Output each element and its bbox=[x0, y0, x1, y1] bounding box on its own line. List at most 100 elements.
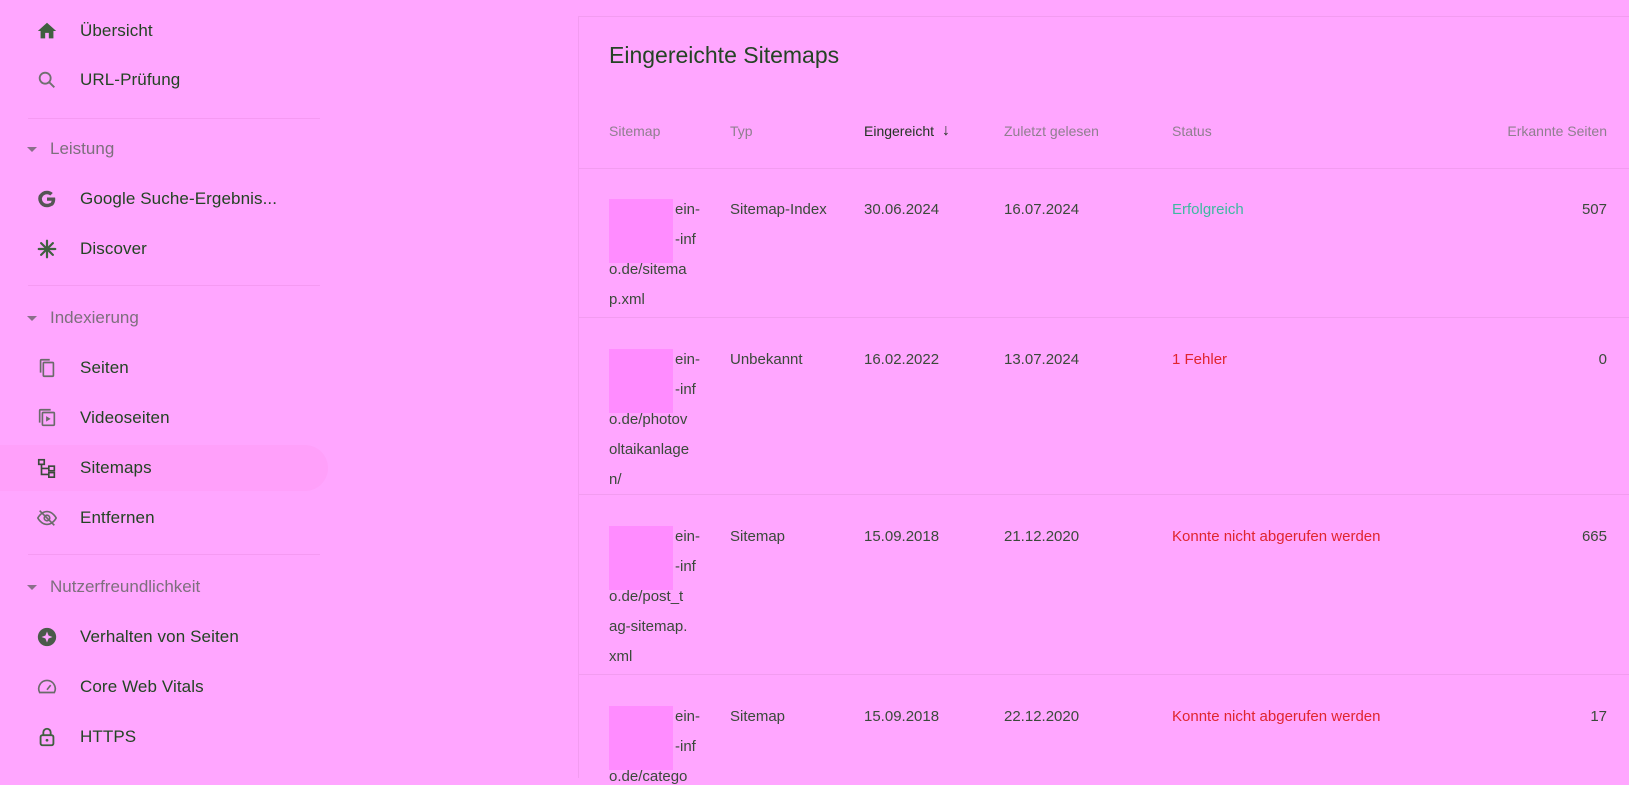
column-header-submitted[interactable]: Eingereicht ↓ bbox=[864, 122, 951, 140]
caret-down-icon bbox=[27, 146, 37, 152]
google-g-icon bbox=[35, 187, 59, 211]
last-read-cell: 22.12.2020 bbox=[1004, 708, 1080, 725]
sidebar-item-label: Videoseiten bbox=[80, 408, 170, 427]
sitemap-icon bbox=[35, 456, 59, 480]
divider bbox=[579, 674, 1629, 675]
sidebar-item-label: Sitemaps bbox=[80, 458, 152, 477]
video-pages-icon bbox=[35, 406, 59, 430]
sitemap-url-line[interactable]: n/ bbox=[609, 471, 622, 488]
sitemaps-panel: Eingereichte Sitemaps Sitemap Typ Einger… bbox=[578, 16, 1629, 785]
discovered-pages-cell: 665 bbox=[1581, 528, 1607, 545]
pages-icon bbox=[35, 356, 59, 380]
section-toggle-leistung[interactable]: Leistung bbox=[0, 134, 328, 164]
column-header-discovered-pages[interactable]: Erkannte Seiten bbox=[1462, 123, 1607, 139]
sitemap-url-line[interactable]: oltaikanlage bbox=[609, 441, 689, 458]
sidebar-item-sitemaps[interactable]: Sitemaps bbox=[0, 445, 328, 491]
status-cell: Konnte nicht abgerufen werden bbox=[1172, 528, 1381, 545]
sitemap-url-line[interactable]: ag-sitemap. bbox=[609, 618, 687, 635]
status-cell: 1 Fehler bbox=[1172, 351, 1228, 368]
sidebar: Übersicht URL-Prüfung Leistung Google Su… bbox=[0, 0, 340, 777]
lock-icon bbox=[35, 725, 59, 749]
sitemap-url-line: -inf bbox=[675, 231, 696, 248]
sidebar-item-page-experience[interactable]: Verhalten von Seiten bbox=[0, 614, 328, 660]
divider bbox=[28, 554, 320, 555]
sitemap-url-line[interactable]: o.de/post_t bbox=[609, 588, 683, 605]
search-icon bbox=[35, 68, 59, 92]
sidebar-item-label: URL-Prüfung bbox=[80, 70, 181, 89]
sitemap-url-line: ein- bbox=[675, 201, 701, 218]
gauge-icon bbox=[35, 675, 59, 699]
divider bbox=[28, 285, 320, 286]
sidebar-item-label: HTTPS bbox=[80, 727, 137, 746]
submitted-cell: 16.02.2022 bbox=[864, 351, 940, 368]
sidebar-item-overview[interactable]: Übersicht bbox=[0, 8, 328, 54]
column-header-status[interactable]: Status bbox=[1172, 123, 1212, 139]
sidebar-item-label: Google Suche-Ergebnis... bbox=[80, 189, 278, 208]
column-header-sitemap[interactable]: Sitemap bbox=[609, 123, 660, 139]
sidebar-item-label: Entfernen bbox=[80, 508, 155, 527]
sidebar-item-label: Übersicht bbox=[80, 21, 153, 40]
sitemap-url-line[interactable]: xml bbox=[609, 648, 632, 665]
arrow-down-icon: ↓ bbox=[942, 122, 951, 139]
page-title: Eingereichte Sitemaps bbox=[609, 42, 840, 68]
section-label: Leistung bbox=[50, 139, 115, 158]
home-icon bbox=[35, 19, 59, 43]
caret-down-icon bbox=[27, 315, 37, 321]
redacted-block bbox=[609, 526, 673, 590]
divider bbox=[579, 494, 1629, 495]
sidebar-item-pages[interactable]: Seiten bbox=[0, 345, 328, 391]
submitted-cell: 30.06.2024 bbox=[864, 201, 940, 218]
sitemap-url-line[interactable]: o.de/photov bbox=[609, 411, 687, 428]
last-read-cell: 21.12.2020 bbox=[1004, 528, 1080, 545]
caret-down-icon bbox=[27, 584, 37, 590]
section-label: Indexierung bbox=[50, 308, 139, 327]
sitemap-url-line: -inf bbox=[675, 381, 696, 398]
column-header-type[interactable]: Typ bbox=[730, 123, 753, 139]
type-cell: Sitemap bbox=[730, 708, 786, 725]
sitemap-url-line: ein- bbox=[675, 708, 701, 725]
column-header-last-read[interactable]: Zuletzt gelesen bbox=[1004, 123, 1099, 139]
sidebar-item-label: Seiten bbox=[80, 358, 129, 377]
sidebar-item-https[interactable]: HTTPS bbox=[0, 714, 328, 760]
last-read-cell: 16.07.2024 bbox=[1004, 201, 1080, 218]
discovered-pages-cell: 0 bbox=[1598, 351, 1607, 368]
section-toggle-indexierung[interactable]: Indexierung bbox=[0, 303, 328, 333]
sitemap-url-line[interactable]: o.de/sitema bbox=[609, 261, 687, 278]
status-cell: Erfolgreich bbox=[1172, 201, 1244, 218]
sidebar-item-core-web-vitals[interactable]: Core Web Vitals bbox=[0, 664, 328, 710]
type-cell: Sitemap bbox=[730, 528, 786, 545]
redacted-block bbox=[609, 349, 673, 413]
divider bbox=[28, 118, 320, 119]
status-cell: Konnte nicht abgerufen werden bbox=[1172, 708, 1381, 725]
star-badge-icon bbox=[35, 625, 59, 649]
sidebar-item-search-results[interactable]: Google Suche-Ergebnis... bbox=[0, 176, 328, 222]
type-cell: Sitemap-Index bbox=[730, 201, 827, 218]
sidebar-item-label: Discover bbox=[80, 239, 147, 258]
sitemap-url-line: -inf bbox=[675, 738, 696, 755]
sidebar-item-label: Verhalten von Seiten bbox=[80, 627, 239, 646]
sidebar-item-label: Core Web Vitals bbox=[80, 677, 204, 696]
type-cell: Unbekannt bbox=[730, 351, 803, 368]
discovered-pages-cell: 17 bbox=[1590, 708, 1607, 725]
divider bbox=[579, 317, 1629, 318]
sidebar-item-removals[interactable]: Entfernen bbox=[0, 495, 328, 541]
last-read-cell: 13.07.2024 bbox=[1004, 351, 1080, 368]
redacted-block bbox=[609, 199, 673, 263]
sidebar-item-discover[interactable]: Discover bbox=[0, 226, 328, 272]
section-label: Nutzerfreundlichkeit bbox=[50, 577, 201, 596]
sitemap-url-line[interactable]: p.xml bbox=[609, 291, 645, 308]
submitted-cell: 15.09.2018 bbox=[864, 708, 940, 725]
redacted-block bbox=[609, 706, 673, 770]
discovered-pages-cell: 507 bbox=[1581, 201, 1607, 218]
submitted-cell: 15.09.2018 bbox=[864, 528, 940, 545]
sidebar-item-video-pages[interactable]: Videoseiten bbox=[0, 395, 328, 441]
sidebar-item-url-inspection[interactable]: URL-Prüfung bbox=[0, 57, 328, 103]
sitemap-url-line: ein- bbox=[675, 351, 701, 368]
asterisk-icon bbox=[35, 237, 59, 261]
column-header-label: Eingereicht bbox=[864, 123, 935, 139]
sitemap-url-line: -inf bbox=[675, 558, 696, 575]
sitemap-url-line: ein- bbox=[675, 528, 701, 545]
eye-off-icon bbox=[35, 506, 59, 530]
section-toggle-nutzerfreundlichkeit[interactable]: Nutzerfreundlichkeit bbox=[0, 572, 328, 602]
divider bbox=[579, 168, 1629, 169]
